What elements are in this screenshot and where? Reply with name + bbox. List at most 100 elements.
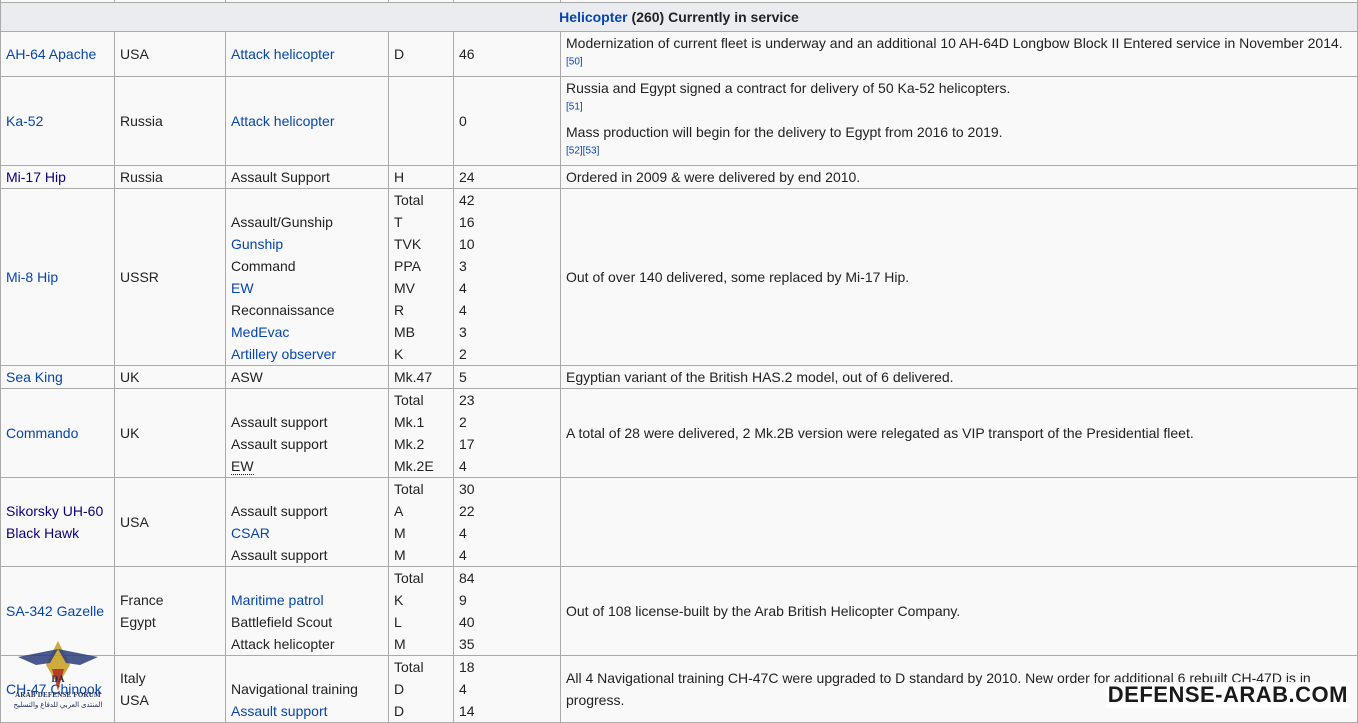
role-text — [231, 657, 383, 679]
table-row: Commando UK Assault support Assault suppor… — [0, 388, 1358, 478]
in-service-count: 35 — [459, 636, 475, 652]
origin-text: Egypt — [120, 614, 156, 630]
in-service-count: 4 — [459, 302, 467, 318]
in-service-count: 0 — [459, 113, 467, 129]
table-row: Sikorsky UH-60 Black Hawk USA Assault sup… — [0, 477, 1358, 567]
section-header: Helicopter (260) Currently in service — [0, 2, 1358, 32]
origin-cell: UK — [114, 388, 226, 478]
role-link[interactable]: Gunship — [231, 233, 383, 255]
role-text: Command — [231, 258, 296, 274]
reference-link[interactable]: [51] — [566, 101, 583, 112]
role-cell: ASW — [225, 365, 389, 389]
role-link[interactable]: Maritime patrol — [231, 589, 383, 611]
notes-text: Out of 108 license-built by the Arab Bri… — [566, 603, 961, 619]
version-text: Total — [394, 392, 424, 408]
in-service-count: 14 — [459, 703, 475, 719]
in-service-cell: 5 — [453, 365, 561, 389]
version-cell — [388, 76, 454, 166]
origin-text: Russia — [120, 113, 163, 129]
table-row: Mi-17 Hip Russia Assault Support H 24 Ordered… — [0, 165, 1358, 189]
version-text: Mk.2 — [394, 436, 425, 452]
version-cell: Total T TVK PPA MV R MB K — [388, 188, 454, 366]
reference-link[interactable]: [52][53] — [566, 145, 599, 156]
aircraft-link[interactable]: Ka-52 — [6, 113, 43, 129]
aircraft-link[interactable]: AH-64 Apache — [6, 46, 96, 62]
version-text: T — [394, 214, 403, 230]
version-text: Mk.1 — [394, 414, 425, 430]
version-text: K — [394, 592, 404, 608]
role-text: Assault support — [231, 503, 328, 519]
role-cell: Assault support CSAR Assault support — [225, 477, 389, 567]
notes-cell: Ordered in 2009 & were delivered by end … — [560, 165, 1358, 189]
version-text: K — [394, 346, 404, 362]
table-row: Mi-8 Hip USSR Assault/Gunship Gunship Comma… — [0, 188, 1358, 366]
section-header-text: (260) Currently in service — [627, 9, 799, 25]
role-text: Navigational training — [231, 681, 358, 697]
in-service-count: 17 — [459, 436, 475, 452]
notes-text: A total of 28 were delivered, 2 Mk.2B ve… — [566, 425, 1194, 441]
origin-text: USA — [120, 46, 149, 62]
in-service-count: 4 — [459, 525, 467, 541]
role-link[interactable]: MedEvac — [231, 321, 383, 343]
role-text — [231, 568, 383, 590]
aircraft-cell: Sea King — [0, 365, 115, 389]
role-cell: Navigational training Assault support — [225, 655, 389, 723]
aircraft-cell: Mi-17 Hip — [0, 165, 115, 189]
aircraft-link[interactable]: Mi-17 Hip — [6, 169, 66, 185]
role-link[interactable]: CSAR — [231, 522, 383, 544]
role-link[interactable]: Assault support — [231, 700, 383, 722]
in-service-count: 46 — [459, 46, 475, 62]
origin-text: USA — [120, 514, 149, 530]
version-cell: Mk.47 — [388, 365, 454, 389]
aircraft-link[interactable]: Mi-8 Hip — [6, 269, 58, 285]
aircraft-cell: Commando — [0, 388, 115, 478]
role-link[interactable]: Artillery observer — [231, 343, 383, 365]
table-row: Sea King UK ASW Mk.47 5 Egyptian variant of t… — [0, 365, 1358, 389]
reference-superscript: [51] — [566, 101, 583, 112]
aircraft-link[interactable]: Sikorsky UH-60 Black Hawk — [6, 503, 103, 541]
in-service-count: 2 — [459, 346, 467, 362]
notes-cell — [560, 477, 1358, 567]
logo-arabic-name: المنتدى العربي للدفاع والتسليح — [13, 702, 103, 709]
version-cell: H — [388, 165, 454, 189]
eagle-emblem-icon: DA — [18, 641, 98, 691]
in-service-cell: 18 4 14 — [453, 655, 561, 723]
in-service-count: 84 — [459, 570, 475, 586]
table-row: Ka-52 Russia Attack helicopter 0 Russia and… — [0, 76, 1358, 166]
aircraft-link[interactable]: Commando — [6, 425, 78, 441]
role-cell: Assault support Assault support EW — [225, 388, 389, 478]
role-link[interactable]: Attack helicopter — [231, 43, 383, 65]
version-text: M — [394, 547, 406, 563]
role-text: Assault Support — [231, 169, 330, 185]
origin-text: Russia — [120, 169, 163, 185]
in-service-cell: 30 22 4 4 — [453, 477, 561, 567]
reference-superscript: [50] — [566, 56, 583, 67]
site-watermark: DEFENSE-ARAB.COM — [1105, 682, 1350, 708]
aircraft-link[interactable]: Sea King — [6, 369, 63, 385]
version-text — [394, 110, 448, 132]
in-service-count: 42 — [459, 192, 475, 208]
in-service-count: 4 — [459, 458, 467, 474]
forum-logo: DA ARAB DEFENSE FORUM المنتدى العربي للد… — [6, 635, 110, 713]
reference-link[interactable]: [50] — [566, 56, 583, 67]
origin-text: USSR — [120, 269, 159, 285]
version-text: Total — [394, 659, 424, 675]
notes-text: Russia and Egypt signed a contract for d… — [566, 80, 1011, 96]
aircraft-cell: Mi-8 Hip — [0, 188, 115, 366]
aircraft-link[interactable]: SA-342 Gazelle — [6, 603, 104, 619]
in-service-count: 23 — [459, 392, 475, 408]
role-link[interactable]: EW — [231, 277, 383, 299]
in-service-count: 3 — [459, 324, 467, 340]
version-text: Mk.47 — [394, 369, 433, 385]
version-text: H — [394, 169, 405, 185]
role-link[interactable]: Attack helicopter — [231, 110, 383, 132]
notes-text: Ordered in 2009 & were delivered by end … — [566, 169, 861, 185]
origin-text: UK — [120, 425, 140, 441]
role-text — [231, 390, 383, 412]
helicopter-link[interactable]: Helicopter — [559, 9, 627, 25]
aircraft-cell: AH-64 Apache — [0, 31, 115, 77]
origin-cell: USSR — [114, 188, 226, 366]
version-text: D — [394, 703, 405, 719]
logo-letters: DA — [52, 674, 65, 684]
notes-text: Out of over 140 delivered, some replaced… — [566, 269, 910, 285]
